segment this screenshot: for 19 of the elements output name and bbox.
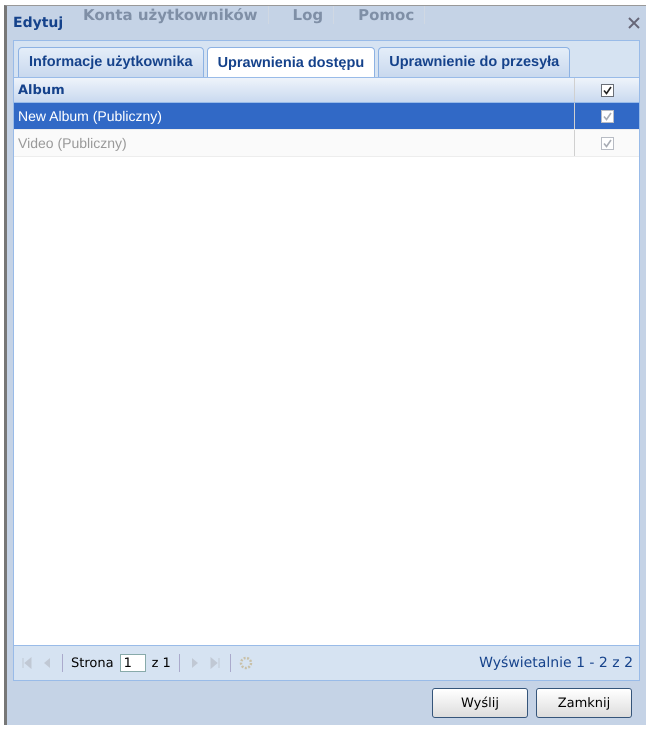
last-page-icon[interactable]	[208, 656, 222, 670]
paging-summary: Wyświetalnie 1 - 2 z 2	[479, 655, 633, 671]
first-page-icon[interactable]	[20, 656, 34, 670]
tab[interactable]: Informacje użytkownika	[18, 47, 204, 77]
page-count: z 1	[152, 656, 171, 670]
refresh-icon[interactable]	[238, 656, 253, 670]
page-label: Strona	[71, 656, 114, 670]
page-input[interactable]: 1	[120, 654, 146, 672]
checkbox[interactable]	[600, 84, 614, 96]
dialog-button[interactable]: Wyślij	[432, 688, 528, 718]
table-cell-text: New Album (Publiczny)	[17, 107, 163, 126]
checkbox[interactable]	[600, 110, 614, 122]
grid-row[interactable]: New Album (Publiczny)	[14, 103, 639, 130]
window-title: Edytuj	[13, 15, 64, 31]
close-icon[interactable]	[628, 17, 640, 29]
tab[interactable]: Uprawnienia dostępu	[206, 47, 376, 77]
tab[interactable]: Uprawnienie do przesyła	[378, 47, 570, 77]
table-cell-text: Video (Publiczny)	[17, 134, 128, 153]
dialog-button[interactable]: Zamknij	[536, 688, 632, 718]
